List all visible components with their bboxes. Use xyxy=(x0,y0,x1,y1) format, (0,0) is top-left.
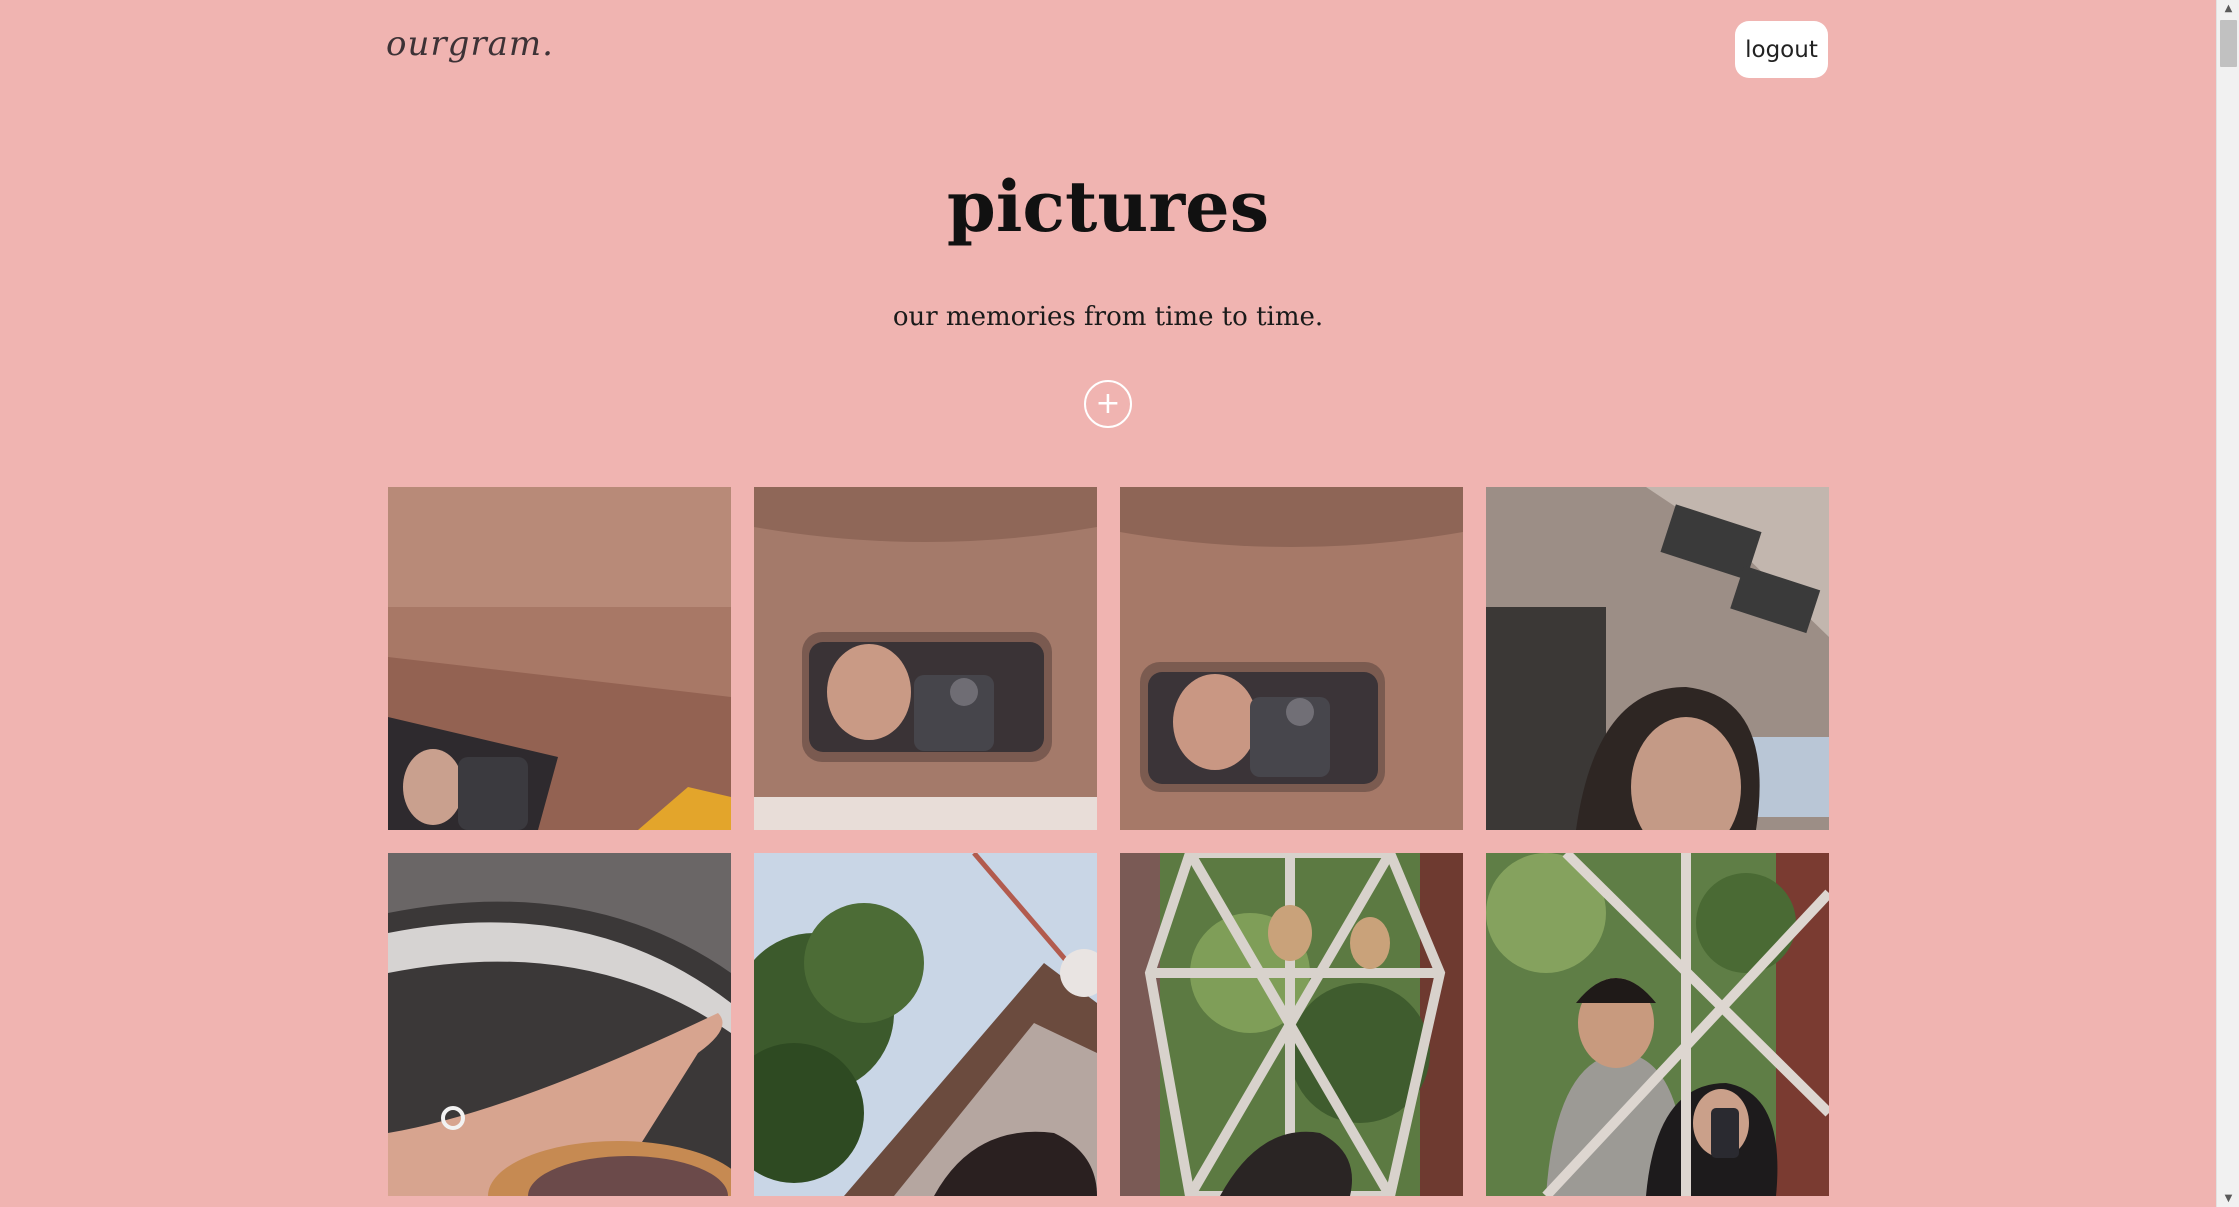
photo-card[interactable] xyxy=(388,853,731,1196)
plus-icon: + xyxy=(1095,386,1121,421)
photo-card[interactable] xyxy=(1120,487,1463,830)
logo[interactable]: ourgram. xyxy=(386,24,554,64)
photo-card[interactable] xyxy=(754,487,1097,830)
photo-card[interactable] xyxy=(1486,487,1829,830)
logout-button[interactable]: logout xyxy=(1735,21,1828,78)
scrollbar-thumb[interactable] xyxy=(2220,20,2237,67)
scroll-up-icon[interactable]: ▲ xyxy=(2217,0,2239,17)
photo-card[interactable] xyxy=(754,853,1097,1196)
page: ourgram. logout pictures our memories fr… xyxy=(0,0,2239,1207)
add-photo-button[interactable]: + xyxy=(1084,380,1132,428)
scroll-down-icon[interactable]: ▼ xyxy=(2217,1190,2239,1207)
vertical-scrollbar[interactable]: ▲ ▼ xyxy=(2216,0,2239,1207)
photo-grid xyxy=(388,487,1829,1196)
photo-card[interactable] xyxy=(388,487,731,830)
page-title: pictures xyxy=(946,165,1270,248)
page-subtitle: our memories from time to time. xyxy=(892,302,1324,332)
photo-card[interactable] xyxy=(1486,853,1829,1196)
photo-card[interactable] xyxy=(1120,853,1463,1196)
